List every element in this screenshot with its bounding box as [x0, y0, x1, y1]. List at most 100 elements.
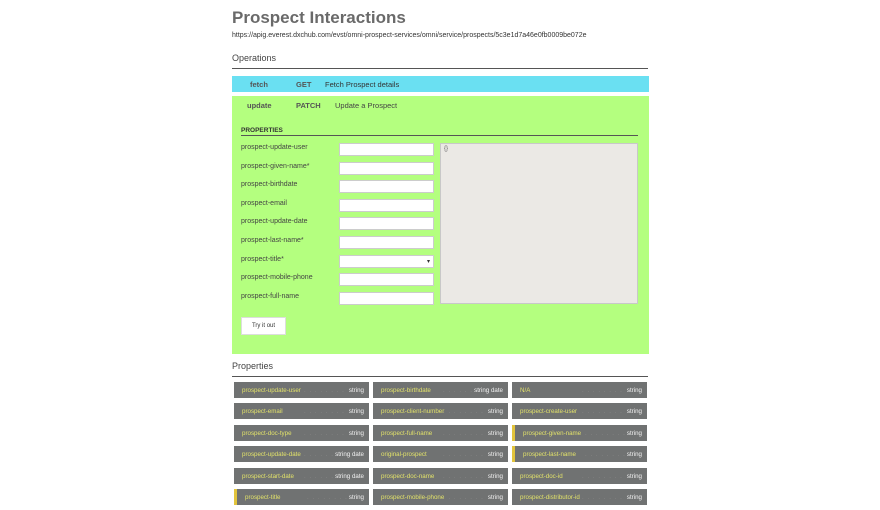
field-input[interactable] [339, 236, 434, 249]
property-name: original-prospect [381, 451, 427, 459]
property-item[interactable]: prospect-given-name. . . . . . . . . .st… [512, 424, 647, 441]
field-input[interactable] [339, 143, 434, 156]
operations-divider [232, 68, 648, 69]
property-leader-dots: . . . . . . . . . . [582, 472, 622, 480]
field-input[interactable] [339, 217, 434, 231]
field-label: prospect-update-date [241, 218, 308, 226]
property-type: string [626, 472, 642, 480]
property-name: prospect-given-name [523, 429, 582, 437]
property-type: string [348, 494, 364, 501]
property-type: string [348, 408, 364, 416]
property-leader-dots: . . . . . . . . . . [443, 408, 483, 416]
property-type: string date [335, 451, 364, 459]
property-type: string [626, 408, 642, 416]
properties-heading: Properties [232, 361, 274, 371]
property-item[interactable]: prospect-doc-name . . . . . . . . . . stri… [373, 467, 508, 484]
property-name: prospect-start-date [242, 472, 294, 480]
property-name: prospect-distributor-id [520, 494, 580, 501]
property-item[interactable]: prospect-last-name . . . . . . . . . .str… [512, 446, 647, 463]
property-leader-dots: . . . . . . . . . . [582, 408, 622, 416]
property-name: prospect-title [245, 494, 281, 501]
property-item[interactable]: prospect-email . . . . . . . . . . string [234, 403, 369, 420]
field-input[interactable] [339, 291, 434, 305]
property-type: string [487, 472, 503, 480]
form-properties-divider [241, 135, 638, 136]
property-name: prospect-email [242, 408, 283, 416]
property-leader-dots: . . . . . . . . . . [585, 451, 625, 459]
property-leader-dots: . . . . . . . . . . [585, 429, 625, 437]
property-name: prospect-birthdate [381, 387, 431, 394]
field-label: prospect-update-user [241, 144, 308, 151]
property-item[interactable]: prospect-birthdate. . . . . . . . . .str… [373, 382, 508, 398]
field-label: prospect-title* [241, 255, 284, 263]
property-type: string [348, 387, 364, 394]
operation-fetch[interactable]: fetch GET Fetch Prospect details [232, 76, 649, 92]
operation-update-panel: update PATCH Update a Prospect PROPERTIE… [232, 96, 649, 354]
property-type: string [626, 494, 642, 501]
properties-divider [232, 376, 648, 377]
property-leader-dots: . . . . . . . . . . [443, 472, 483, 480]
property-name: prospect-doc-type [242, 429, 292, 437]
form-properties-title: PROPERTIES [241, 127, 283, 134]
resource-url: https://apig.everest.dxchub.com/evst/omn… [232, 32, 587, 39]
property-item[interactable]: prospect-create-user . . . . . . . . . . s… [512, 403, 647, 420]
property-leader-dots: . . . . . . . . . . [304, 387, 344, 394]
property-type: string [487, 451, 503, 459]
property-type: string [626, 387, 642, 394]
property-leader-dots: . . . . . . . . . . [582, 387, 622, 394]
property-type: string [348, 429, 364, 437]
property-item[interactable]: prospect-title . . . . . . . . . .string [234, 489, 369, 505]
property-item[interactable]: original-prospect . . . . . . . . . . stri… [373, 446, 508, 463]
property-leader-dots: . . . . . . . . . . [582, 494, 622, 501]
property-item[interactable]: prospect-client-number. . . . . . . . . … [373, 403, 508, 420]
try-it-out-button[interactable]: Try it out [241, 317, 286, 335]
field-label: prospect-email [241, 199, 287, 207]
property-item[interactable]: prospect-full-name . . . . . . . . . . str… [373, 424, 508, 441]
operation-description: Update a Prospect [335, 101, 398, 110]
property-leader-dots: . . . . . . . . . . [307, 494, 347, 501]
field-label: prospect-given-name* [241, 162, 310, 170]
property-name: prospect-doc-name [381, 472, 435, 480]
operation-method: GET [296, 80, 312, 89]
property-leader-dots: . . . . . . . . . . [443, 494, 483, 501]
property-item[interactable]: prospect-start-date. . . . . . . . . .st… [234, 467, 369, 484]
field-label: prospect-last-name* [241, 237, 304, 244]
chevron-down-icon: ▾ [426, 258, 430, 265]
property-item[interactable]: prospect-doc-type . . . . . . . . . . stri… [234, 424, 369, 441]
property-leader-dots: . . . . . . . . . . [443, 451, 483, 459]
field-label: prospect-mobile-phone [241, 274, 313, 282]
property-item[interactable]: prospect-mobile-phone. . . . . . . . . .… [373, 489, 508, 505]
property-type: string [487, 408, 503, 416]
property-item[interactable]: prospect-update-date. . . . . . . . . .s… [234, 446, 369, 463]
property-name: prospect-client-number [381, 408, 445, 416]
field-input[interactable] [339, 273, 434, 287]
field-input[interactable] [339, 180, 434, 194]
property-name: prospect-last-name [523, 451, 576, 459]
request-body-textarea[interactable]: {} [440, 143, 638, 304]
operations-heading: Operations [232, 53, 277, 63]
operation-update[interactable]: update PATCH Update a Prospect [232, 96, 649, 112]
page-title: Prospect Interactions [232, 8, 406, 27]
property-item[interactable]: prospect-distributor-id. . . . . . . . .… [512, 489, 647, 505]
property-name: prospect-mobile-phone [381, 494, 445, 501]
property-item[interactable]: prospect-update-user. . . . . . . . . . s… [234, 382, 369, 398]
field-label: prospect-full-name [241, 292, 299, 300]
property-name: prospect-create-user [520, 408, 578, 416]
property-item[interactable]: prospect-doc-id . . . . . . . . . . string [512, 467, 647, 484]
property-type: string [487, 494, 503, 501]
property-name: prospect-doc-id [520, 472, 563, 480]
field-input[interactable] [339, 161, 434, 175]
property-type: string [487, 429, 503, 437]
operation-name: fetch [250, 80, 268, 89]
field-label: prospect-birthdate [241, 181, 298, 189]
operation-method: PATCH [296, 101, 321, 110]
property-type: string [626, 451, 642, 459]
property-name: N/A [520, 387, 531, 394]
property-leader-dots: . . . . . . . . . . [304, 408, 344, 416]
operation-description: Fetch Prospect details [325, 80, 400, 89]
field-input[interactable] [339, 198, 434, 212]
property-name: prospect-update-date [242, 451, 301, 459]
property-item[interactable]: N/A . . . . . . . . . . string [512, 382, 647, 398]
property-type: string date [474, 387, 503, 394]
field-select[interactable]: ▾ [339, 254, 434, 268]
